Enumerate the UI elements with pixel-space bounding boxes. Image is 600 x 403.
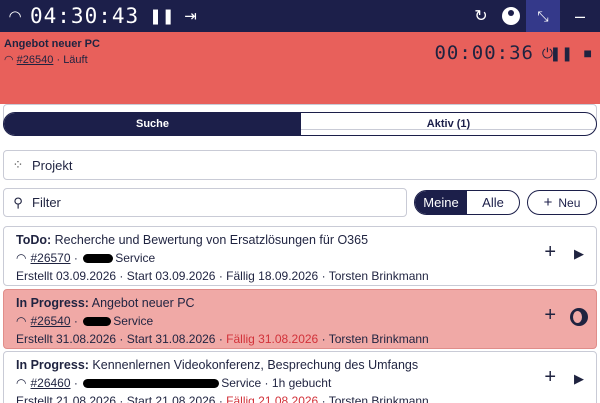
play-icon[interactable]: ▶ bbox=[574, 246, 584, 262]
task-service: Service bbox=[113, 314, 154, 328]
task-due: Fällig 18.09.2026 bbox=[226, 269, 319, 283]
add-icon[interactable]: + bbox=[544, 304, 556, 327]
task-due: Fällig 31.08.2026 bbox=[226, 332, 319, 346]
stop-icon[interactable]: ■ bbox=[584, 45, 592, 61]
top-bar: ◠ 04:30:43 ❚❚ ⇥ ↻ ⤡ – bbox=[0, 0, 600, 32]
task-owner: Torsten Brinkmann bbox=[328, 332, 429, 346]
tab-active[interactable]: Aktiv (1) bbox=[301, 113, 596, 135]
task-ticket-link[interactable]: #26570 bbox=[30, 251, 70, 265]
task-title: Recherche und Bewertung von Ersatzlösung… bbox=[54, 233, 369, 247]
task-service: Service bbox=[221, 376, 262, 390]
task-title: Angebot neuer PC bbox=[91, 296, 195, 310]
active-task-timer: 00:00:36 bbox=[434, 42, 534, 64]
account-icon[interactable] bbox=[502, 7, 520, 25]
pause-icon[interactable]: ❚❚ bbox=[149, 7, 174, 25]
add-icon[interactable]: + bbox=[544, 366, 556, 389]
search-icon: ⚲ bbox=[13, 194, 23, 210]
task-card[interactable]: In Progress: Angebot neuer PC ◠ #26540 ·… bbox=[3, 289, 597, 349]
task-booked: 1h gebucht bbox=[271, 376, 332, 390]
redacted-customer bbox=[83, 253, 114, 263]
task-start: Start 31.08.2026 bbox=[126, 332, 216, 346]
spinner-icon: ⁘ bbox=[12, 157, 24, 172]
task-created: Erstellt 21.08.2026 bbox=[16, 394, 117, 403]
activity-icon: ◠ bbox=[16, 376, 27, 390]
collapse-icon[interactable]: ⤡ bbox=[526, 0, 560, 32]
minimize-icon[interactable]: – bbox=[560, 6, 600, 27]
task-card[interactable]: In Progress: Kennenlernen Videokonferenz… bbox=[3, 351, 597, 403]
tab-search[interactable]: Suche bbox=[4, 113, 301, 135]
task-service: Service bbox=[115, 251, 156, 265]
task-due: Fällig 21.08.2026 bbox=[226, 394, 319, 403]
task-created: Erstellt 31.08.2026 bbox=[16, 332, 117, 346]
running-timer-icon[interactable] bbox=[570, 308, 588, 326]
task-meta: ◠ #26540 · Service bbox=[16, 314, 154, 328]
project-label: Projekt bbox=[32, 157, 73, 173]
play-icon[interactable]: ▶ bbox=[574, 371, 584, 387]
active-task-status: Läuft bbox=[63, 54, 88, 66]
activity-icon: ◠ bbox=[16, 251, 27, 265]
logout-icon[interactable]: ⇥ bbox=[184, 7, 197, 25]
pause-icon[interactable]: ❚❚ bbox=[550, 45, 573, 62]
task-owner: Torsten Brinkmann bbox=[328, 394, 429, 403]
task-status: In Progress: bbox=[16, 358, 89, 372]
activity-icon: ◠ bbox=[16, 314, 27, 328]
filter-placeholder: Filter bbox=[32, 195, 61, 210]
add-icon[interactable]: + bbox=[544, 241, 556, 264]
redacted-customer bbox=[83, 316, 112, 326]
toggle-mine[interactable]: Meine bbox=[415, 191, 467, 214]
refresh-icon[interactable]: ↻ bbox=[466, 6, 496, 26]
task-start: Start 21.08.2026 bbox=[126, 394, 216, 403]
task-dates: Erstellt 21.08.2026 · Start 21.08.2026 ·… bbox=[16, 394, 429, 403]
activity-icon: ◠ bbox=[4, 54, 14, 66]
active-task-title: Angebot neuer PC bbox=[4, 38, 100, 50]
task-heading: In Progress: Angebot neuer PC bbox=[16, 296, 195, 310]
task-owner: Torsten Brinkmann bbox=[328, 269, 429, 283]
task-status: In Progress: bbox=[16, 296, 89, 310]
task-dates: Erstellt 31.08.2026 · Start 31.08.2026 ·… bbox=[16, 332, 429, 346]
filter-input[interactable]: ⚲ Filter bbox=[3, 188, 407, 217]
new-task-label: Neu bbox=[558, 195, 581, 210]
plus-icon: + bbox=[543, 194, 553, 211]
task-card[interactable]: ToDo: Recherche und Bewertung von Ersatz… bbox=[3, 226, 597, 286]
task-title: Kennenlernen Videokonferenz, Besprechung… bbox=[92, 358, 419, 372]
project-select[interactable]: ⁘ Projekt bbox=[3, 150, 597, 180]
task-created: Erstellt 03.09.2026 bbox=[16, 269, 117, 283]
task-ticket-link[interactable]: #26540 bbox=[30, 314, 70, 328]
task-meta: ◠ #26570 · Service bbox=[16, 251, 156, 265]
redacted-customer bbox=[83, 378, 220, 388]
clock-display: 04:30:43 bbox=[30, 4, 140, 28]
new-task-button[interactable]: + Neu bbox=[527, 190, 597, 215]
task-status: ToDo: bbox=[16, 233, 52, 247]
task-start: Start 03.09.2026 bbox=[126, 269, 216, 283]
toggle-all[interactable]: Alle bbox=[467, 191, 519, 214]
view-tabs: Suche Aktiv (1) bbox=[3, 112, 597, 136]
active-task-bar: Angebot neuer PC ◠ #26540 · Läuft 00:00:… bbox=[0, 32, 600, 130]
task-heading: In Progress: Kennenlernen Videokonferenz… bbox=[16, 358, 418, 372]
active-task-subline: ◠ #26540 · Läuft bbox=[4, 53, 88, 66]
task-dates: Erstellt 03.09.2026 · Start 03.09.2026 ·… bbox=[16, 269, 429, 283]
owner-toggle: Meine Alle bbox=[414, 190, 520, 215]
task-ticket-link[interactable]: #26460 bbox=[30, 376, 70, 390]
activity-icon: ◠ bbox=[8, 8, 22, 25]
active-task-ticket-link[interactable]: #26540 bbox=[17, 54, 54, 66]
task-heading: ToDo: Recherche und Bewertung von Ersatz… bbox=[16, 233, 368, 247]
task-meta: ◠ #26460 · Service · 1h gebucht bbox=[16, 376, 332, 390]
